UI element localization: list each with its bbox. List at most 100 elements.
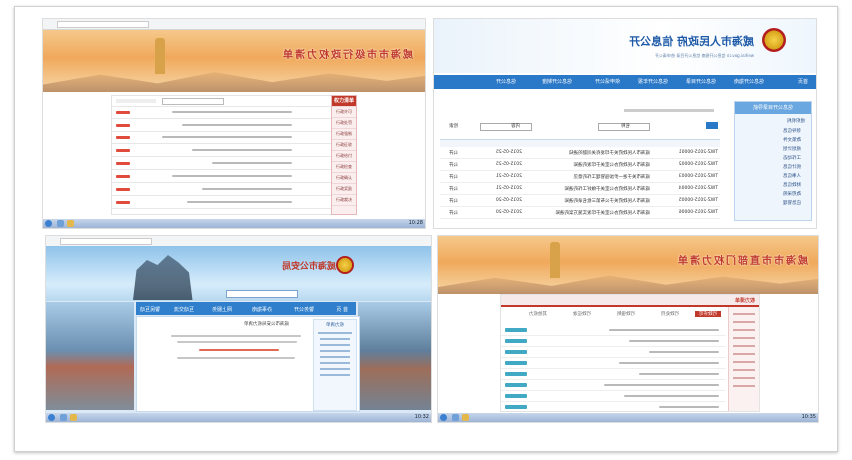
tree-item[interactable]: 应急管理 <box>783 200 801 206</box>
start-icon[interactable] <box>45 220 52 227</box>
browser-icon[interactable] <box>452 414 459 421</box>
banner-title: 威海市市级行政权力清单 <box>281 50 413 61</box>
view-details-button[interactable] <box>505 361 527 365</box>
browser-toolbar <box>43 19 425 30</box>
nav-item[interactable]: 信息公开指南 <box>734 78 764 85</box>
sidebar: 权力清单 <box>313 319 357 411</box>
table-row[interactable]: TWZ-2015-00002 威海市人民政府办公室关于印发的通知 2015-05… <box>440 159 720 171</box>
view-details-button[interactable] <box>505 372 527 376</box>
address-bar[interactable] <box>57 21 149 28</box>
tab[interactable]: 其他权力 <box>529 311 547 317</box>
tab-strip: 行政许可 行政处罚 行政强制 行政征收 其他权力 <box>501 311 725 319</box>
sidebar-item[interactable]: 行政确认 <box>332 173 356 184</box>
tab[interactable]: 行政处罚 <box>661 311 679 317</box>
city-photo-right <box>358 302 431 410</box>
breadcrumb <box>624 109 714 112</box>
start-icon[interactable] <box>440 414 447 421</box>
catalog-tree-panel: 信息公开目录导航 组织机构 领导信息 政策文件 规划计划 工作动态 统计信息 人… <box>734 101 812 221</box>
list-item[interactable] <box>501 402 725 411</box>
sidebar-item[interactable]: 行政裁决 <box>332 195 356 206</box>
nav-item[interactable]: 警务公开 <box>294 306 314 313</box>
list-item[interactable] <box>501 380 725 391</box>
header-banner: 威海市市直部门权力清单 <box>438 236 818 294</box>
list-item[interactable] <box>501 369 725 380</box>
view-details-button[interactable] <box>505 405 527 409</box>
browser-icon[interactable] <box>60 414 67 421</box>
clock: 10:35 <box>801 414 816 420</box>
content-panel <box>111 95 357 215</box>
start-icon[interactable] <box>48 414 55 421</box>
search-box[interactable] <box>162 98 224 105</box>
nav-item[interactable]: 办事指南 <box>252 306 272 313</box>
nav-item[interactable]: 信息公开制度 <box>542 78 572 85</box>
list-item[interactable] <box>501 347 725 358</box>
dept-sidebar <box>728 307 759 411</box>
search-label: 检索 <box>449 124 458 129</box>
search-input[interactable] <box>226 290 298 298</box>
nav-item[interactable]: 网上服务 <box>212 306 232 313</box>
tree-item[interactable]: 领导信息 <box>783 128 801 134</box>
sidebar-item[interactable]: 行政给付 <box>332 151 356 162</box>
national-emblem-icon <box>762 28 786 52</box>
tree-item[interactable]: 组织机构 <box>787 118 805 124</box>
search-label: 内容 <box>511 124 520 129</box>
header-banner: 威海市市级行政权力清单 <box>43 30 425 92</box>
tab[interactable]: 行政强制 <box>617 311 635 317</box>
folder-icon[interactable] <box>462 414 469 421</box>
list-item[interactable] <box>501 358 725 369</box>
nav-item-home[interactable]: 首页 <box>798 78 808 85</box>
section-title-bar: 权力清单 <box>501 295 759 307</box>
clock: 10:28 <box>408 220 423 226</box>
list-item[interactable] <box>501 391 725 402</box>
folder-icon[interactable] <box>70 414 77 421</box>
tree-item[interactable]: 规划计划 <box>783 146 801 152</box>
sidebar-head: 权力清单 <box>332 96 356 107</box>
browser-icon[interactable] <box>57 220 64 227</box>
sidebar-item[interactable]: 行政征收 <box>332 140 356 151</box>
table-row[interactable]: TWZ-2015-00003 威海市关于进一步加强管理工作的意见 2015-05… <box>440 171 720 183</box>
nav-item[interactable]: 信息公开 <box>496 78 516 85</box>
tab[interactable]: 行政许可 <box>695 311 721 317</box>
sidebar-title: 权力清单 <box>326 323 344 328</box>
content-heading: 威海市公安局权力清单 <box>244 322 289 327</box>
nav-item[interactable]: 信息公开年报 <box>638 78 668 85</box>
tree-item[interactable]: 政府采购 <box>783 191 801 197</box>
statue-logo <box>550 242 560 278</box>
tree-item[interactable]: 统计信息 <box>783 164 801 170</box>
nav-item[interactable]: 依申请公开 <box>595 78 620 85</box>
nav-item-home[interactable]: 首 页 <box>336 306 348 313</box>
police-silhouette <box>133 255 193 300</box>
view-details-button[interactable] <box>505 383 527 387</box>
table-row[interactable]: TWZ-2015-00006 威海市人民政府办公室关于印发实施方案的通知 201… <box>440 207 720 219</box>
table-row[interactable]: TWZ-2015-00001 威海市人民政府关于印发有关问题的通知 2015-0… <box>440 147 720 159</box>
list-item[interactable] <box>501 336 725 347</box>
nav-item[interactable]: 信息公开目录 <box>686 78 716 85</box>
sidebar-item[interactable]: 行政奖励 <box>332 184 356 195</box>
tree-item[interactable]: 政策文件 <box>783 137 801 143</box>
tree-item[interactable]: 财政信息 <box>783 182 801 188</box>
table-row[interactable]: TWZ-2015-00005 威海市人民政府关于公布第三批名录的通知 2015-… <box>440 195 720 207</box>
nav-item[interactable]: 互动交流 <box>174 306 194 313</box>
view-details-button[interactable] <box>505 394 527 398</box>
main-nav: 首页 信息公开指南 信息公开目录 信息公开年报 依申请公开 信息公开制度 信息公… <box>434 75 816 89</box>
banner-title: 威海市市直部门权力清单 <box>676 256 808 267</box>
view-details-button[interactable] <box>505 328 527 332</box>
address-bar[interactable] <box>60 238 152 245</box>
list-item[interactable] <box>501 325 725 336</box>
sidebar-item[interactable]: 行政检查 <box>332 162 356 173</box>
view-details-button[interactable] <box>505 350 527 354</box>
city-photo-left <box>46 302 134 410</box>
tree-item[interactable]: 工作动态 <box>783 155 801 161</box>
statue-logo <box>155 38 165 74</box>
tree-item[interactable]: 人事信息 <box>783 173 801 179</box>
sidebar-item[interactable]: 行政许可 <box>332 107 356 118</box>
sidebar-item[interactable]: 行政强制 <box>332 129 356 140</box>
table-row[interactable]: TWZ-2015-00004 威海市人民政府办公室关于做好工作的通知 2015-… <box>440 183 720 195</box>
nav-item[interactable]: 警民互动 <box>140 306 160 313</box>
view-details-button[interactable] <box>505 339 527 343</box>
folder-icon[interactable] <box>67 220 74 227</box>
search-button[interactable] <box>706 122 718 129</box>
tab[interactable]: 行政征收 <box>573 311 591 317</box>
main-nav: 首 页 警务公开 办事指南 网上服务 互动交流 警民互动 <box>136 302 356 315</box>
sidebar-item[interactable]: 行政处罚 <box>332 118 356 129</box>
